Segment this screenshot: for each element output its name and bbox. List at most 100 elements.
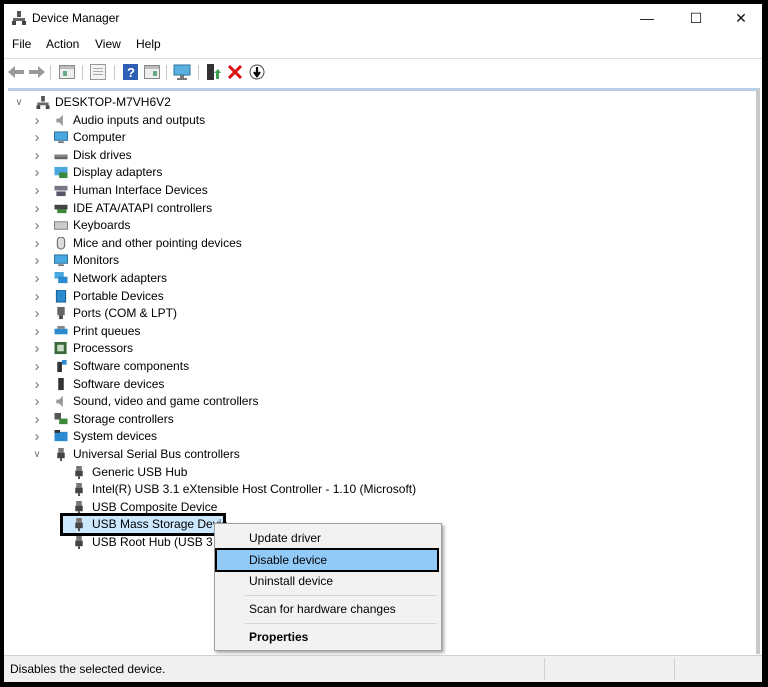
category-label: Processors — [73, 341, 134, 356]
window-title: Device Manager — [32, 11, 120, 25]
software-component-icon — [57, 360, 67, 373]
computer-root-icon — [36, 96, 50, 109]
computer-icon — [54, 131, 68, 144]
toolbar-separator — [198, 65, 199, 80]
toolbar: ? — [4, 58, 762, 85]
chevron-right-icon[interactable]: › — [32, 358, 42, 375]
toolbar-separator — [114, 65, 115, 80]
show-hide-console-tree-icon[interactable] — [58, 63, 76, 81]
chevron-right-icon[interactable]: › — [32, 217, 42, 234]
scan-hardware-icon[interactable] — [173, 63, 191, 81]
menu-file[interactable]: File — [12, 37, 31, 51]
menu-separator — [245, 595, 437, 596]
chevron-right-icon[interactable]: › — [32, 340, 42, 357]
category-label: Network adapters — [73, 271, 168, 285]
mouse-icon — [56, 236, 66, 250]
category-label: Computer — [73, 130, 126, 145]
chevron-right-icon[interactable]: › — [32, 305, 42, 322]
chevron-right-icon[interactable]: › — [32, 393, 42, 410]
menu-uninstall-device[interactable]: Uninstall device — [217, 571, 437, 591]
device-manager-window: Device Manager — ☐ ✕ File Action View He… — [4, 4, 762, 682]
sound-icon — [56, 396, 63, 408]
chevron-right-icon[interactable]: › — [32, 147, 42, 164]
category-label: Portable Devices — [73, 288, 164, 303]
category-label: Storage controllers — [73, 411, 174, 426]
chevron-right-icon[interactable]: › — [32, 411, 42, 428]
storage-controller-icon — [54, 412, 68, 424]
category-label: Disk drives — [73, 147, 132, 162]
display-adapter-icon — [54, 167, 68, 179]
chevron-right-icon[interactable]: › — [32, 252, 42, 269]
status-divider — [674, 658, 675, 680]
toolbar-separator — [166, 65, 167, 80]
hid-icon — [54, 185, 68, 197]
chevron-right-icon[interactable]: › — [32, 200, 42, 217]
status-bar: Disables the selected device. — [4, 655, 762, 682]
chevron-down-icon[interactable]: ∨ — [14, 94, 24, 111]
chevron-right-icon[interactable]: › — [32, 164, 42, 181]
category-label: Mice and other pointing devices — [73, 235, 242, 250]
menu-properties[interactable]: Properties — [217, 627, 437, 647]
chevron-right-icon[interactable]: › — [32, 270, 42, 287]
usb-device-label: USB Mass Storage Devic‐ — [92, 517, 232, 532]
chevron-down-icon[interactable]: ∨ — [32, 446, 42, 463]
keyboard-icon — [54, 221, 68, 230]
chevron-right-icon[interactable]: › — [32, 323, 42, 340]
system-devices-icon — [54, 430, 68, 442]
usb-icon — [75, 465, 83, 479]
usb-icon — [75, 518, 83, 532]
chevron-right-icon[interactable]: › — [32, 112, 42, 129]
maximize-button[interactable]: ☐ — [673, 4, 719, 32]
category-label: Monitors — [73, 253, 120, 268]
uninstall-icon[interactable] — [226, 63, 244, 81]
minimize-button[interactable]: — — [624, 4, 670, 32]
back-arrow-icon[interactable] — [7, 63, 25, 81]
category-label: Sound, video and game controllers — [73, 394, 259, 409]
category-label: Software components — [73, 359, 190, 373]
chevron-right-icon[interactable]: › — [32, 235, 42, 252]
disable-device-icon[interactable] — [248, 63, 266, 81]
menu-view[interactable]: View — [95, 37, 121, 51]
chevron-right-icon[interactable]: › — [32, 182, 42, 199]
chevron-right-icon[interactable]: › — [32, 288, 42, 305]
category-label: Display adapters — [73, 165, 163, 180]
menu-update-driver[interactable]: Update driver — [217, 528, 437, 548]
category-label: Ports (COM & LPT) — [73, 306, 178, 321]
usb-icon — [75, 500, 83, 514]
device-manager-icon — [12, 11, 26, 25]
usb-device-label: Generic USB Hub — [92, 464, 188, 479]
root-label: DESKTOP-M7VH6V2 — [55, 95, 171, 109]
chevron-right-icon[interactable]: › — [32, 428, 42, 445]
action-pane-icon[interactable] — [143, 63, 161, 81]
title-bar[interactable]: Device Manager — ☐ ✕ — [4, 4, 762, 32]
usb-device-label: USB Composite Device — [92, 499, 218, 514]
forward-arrow-icon[interactable] — [28, 63, 46, 81]
properties-icon[interactable] — [89, 63, 107, 81]
status-text: Disables the selected device. — [10, 662, 166, 676]
menu-separator — [245, 623, 437, 624]
chevron-right-icon[interactable]: › — [32, 129, 42, 146]
context-menu: Update driver Disable device Uninstall d… — [214, 523, 442, 651]
category-label: Human Interface Devices — [73, 183, 208, 197]
usb-icon — [75, 483, 83, 497]
menu-disable-device[interactable]: Disable device — [215, 548, 439, 572]
category-label: IDE ATA/ATAPI controllers — [73, 200, 213, 215]
usb-device-label: Intel(R) USB 3.1 eXtensible Host Control… — [92, 482, 417, 497]
category-label: Print queues — [73, 323, 141, 338]
status-divider — [544, 658, 545, 680]
category-label: Universal Serial Bus controllers — [73, 447, 240, 461]
usb-icon — [57, 448, 65, 461]
toolbar-separator — [82, 65, 83, 80]
menu-action[interactable]: Action — [46, 37, 79, 51]
usb-icon — [75, 536, 83, 549]
toolbar-separator — [50, 65, 51, 80]
chevron-right-icon[interactable]: › — [32, 376, 42, 393]
menu-scan-hardware[interactable]: Scan for hardware changes — [217, 599, 437, 619]
help-icon[interactable]: ? — [121, 63, 139, 81]
monitor-icon — [54, 254, 68, 267]
svg-text:?: ? — [127, 65, 135, 80]
update-driver-icon[interactable] — [204, 63, 222, 81]
usb-device-item-selected[interactable]: USB Mass Storage Devic‐ — [60, 513, 231, 537]
close-button[interactable]: ✕ — [718, 4, 764, 32]
menu-help[interactable]: Help — [136, 37, 161, 51]
